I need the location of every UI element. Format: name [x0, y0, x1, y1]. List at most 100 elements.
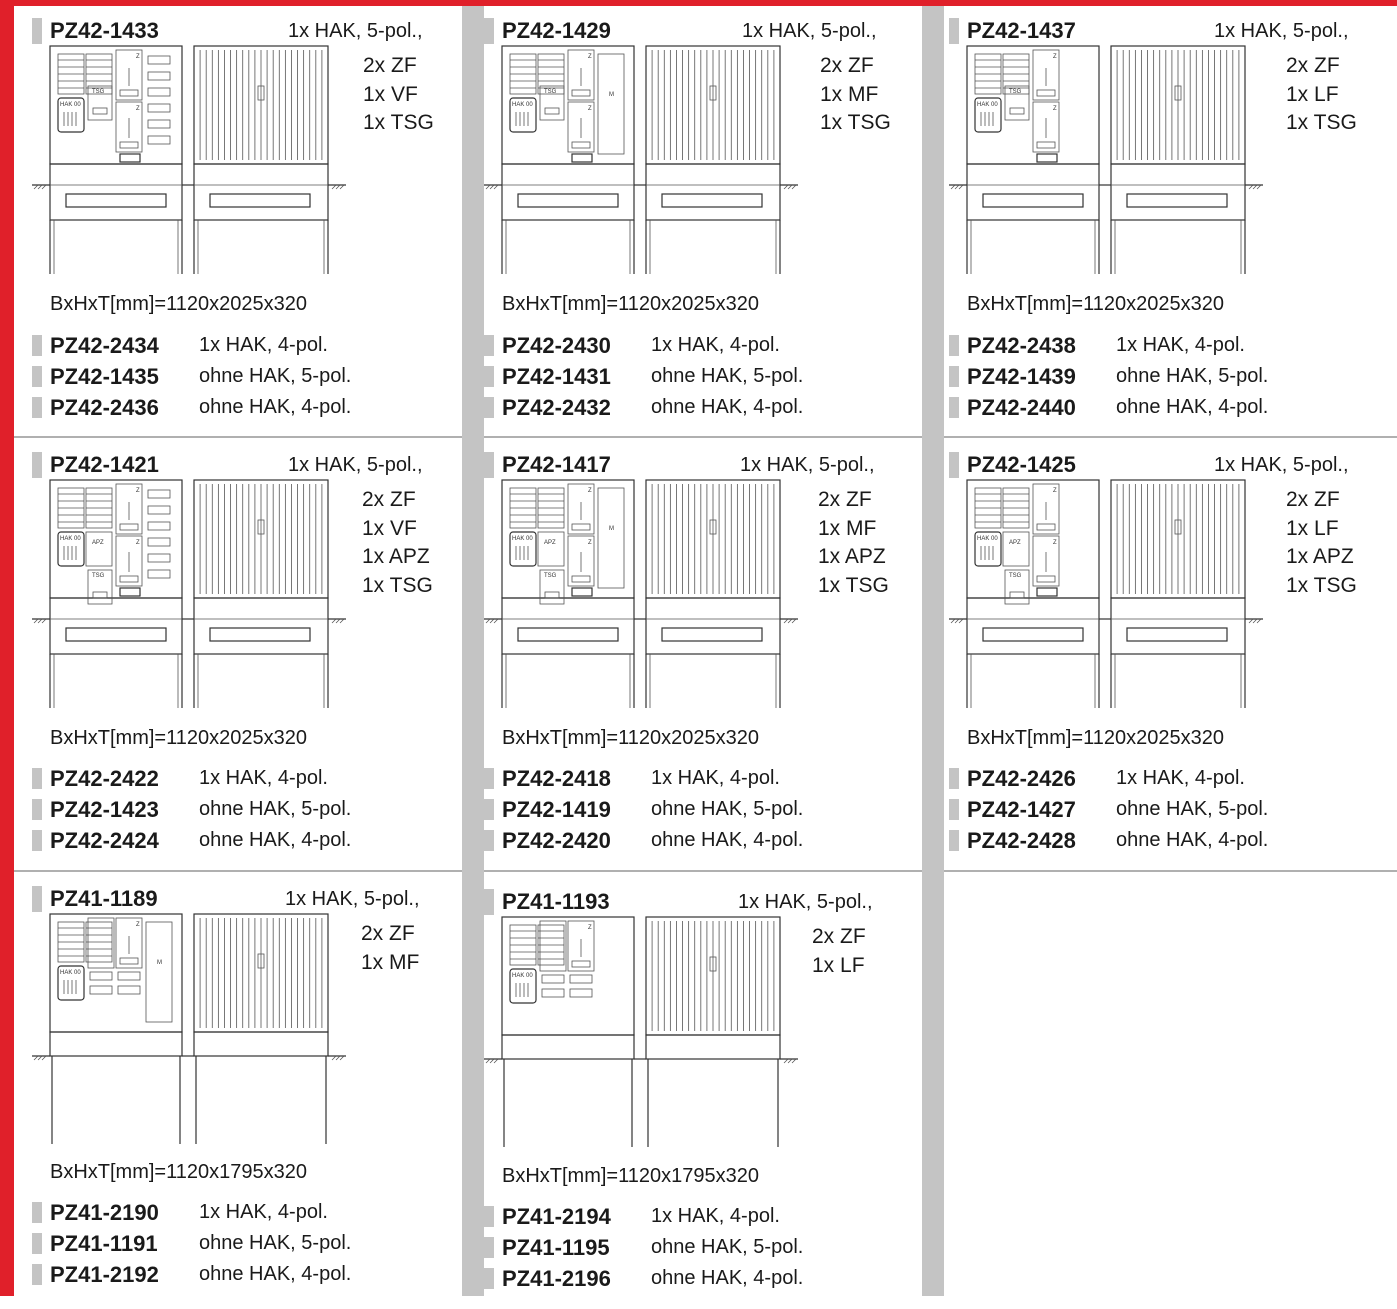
- variant-description: ohne HAK, 4-pol.: [1116, 829, 1269, 851]
- variant-marker: [484, 366, 494, 387]
- variant-description: ohne HAK, 5-pol.: [651, 798, 804, 820]
- cabinet-drawing: HAK 00 Z Z TSG M: [484, 45, 798, 274]
- variant-marker: [949, 799, 959, 820]
- variant-code: PZ41-2190: [50, 1200, 159, 1225]
- variant-code: PZ42-2428: [967, 828, 1076, 853]
- variant-code: PZ42-1423: [50, 797, 159, 822]
- variant-row: PZ41-2196 ohne HAK, 4-pol.: [484, 1263, 904, 1294]
- variant-code: PZ41-2196: [502, 1266, 611, 1291]
- variant-row: PZ42-2418 1x HAK, 4-pol.: [484, 763, 904, 794]
- variant-row: PZ42-2422 1x HAK, 4-pol.: [32, 763, 452, 794]
- variant-row: PZ42-2420 ohne HAK, 4-pol.: [484, 825, 904, 856]
- feature-item: 2x ZF: [361, 922, 415, 945]
- svg-text:Z: Z: [588, 106, 592, 112]
- cabinet-drawing: HAK 00 APZ Z Z TSG M: [484, 479, 798, 708]
- variant-code: PZ42-1427: [967, 797, 1076, 822]
- cabinet-drawing: HAK 00 Z Z TSG: [32, 45, 346, 274]
- feature-item: 2x ZF: [1286, 488, 1340, 511]
- variant-code: PZ42-2438: [967, 333, 1076, 358]
- feature-item: 1x TSG: [1286, 111, 1357, 134]
- product-title: PZ42-1417: [502, 452, 611, 477]
- product-title: PZ42-1429: [502, 18, 611, 43]
- hak-spec: 1x HAK, 5-pol.,: [285, 888, 420, 910]
- variant-marker: [32, 768, 42, 789]
- product-cell: PZ42-1429 1x HAK, 5-pol., 2x ZF 1x MF 1x TSG…: [484, 18, 914, 438]
- svg-text:Z: Z: [136, 922, 140, 928]
- variant-description: ohne HAK, 4-pol.: [651, 396, 804, 418]
- feature-item: 1x MF: [361, 950, 420, 974]
- variant-marker: [32, 335, 42, 356]
- variant-description: ohne HAK, 5-pol.: [1116, 798, 1269, 820]
- cabinet-drawing: HAK 00 Z M: [32, 913, 346, 1144]
- variant-code: PZ42-1439: [967, 364, 1076, 389]
- variant-description: ohne HAK, 4-pol.: [199, 829, 352, 851]
- variant-code: PZ42-2420: [502, 828, 611, 853]
- variant-description: 1x HAK, 4-pol.: [1116, 767, 1245, 789]
- variant-row: PZ42-1423 ohne HAK, 5-pol.: [32, 794, 452, 825]
- variant-marker: [484, 768, 494, 789]
- dimensions-text: BxHxT[mm]=1120x2025x320: [967, 293, 1224, 315]
- variant-code: PZ42-2426: [967, 766, 1076, 791]
- variant-code: PZ42-2418: [502, 766, 611, 791]
- variant-description: ohne HAK, 4-pol.: [199, 396, 352, 418]
- variant-code: PZ42-2432: [502, 395, 611, 420]
- variant-description: ohne HAK, 4-pol.: [199, 1263, 352, 1285]
- hak-spec: 1x HAK, 5-pol.,: [740, 454, 875, 476]
- dimensions-text: BxHxT[mm]=1120x2025x320: [50, 293, 307, 315]
- title-marker: [32, 452, 42, 478]
- variant-code: PZ41-1195: [502, 1235, 610, 1260]
- variant-description: ohne HAK, 5-pol.: [199, 798, 352, 820]
- product-title: PZ41-1189: [50, 886, 158, 911]
- variant-description: ohne HAK, 4-pol.: [651, 1267, 804, 1289]
- hak-spec: 1x HAK, 5-pol.,: [1214, 454, 1349, 476]
- variant-description: 1x HAK, 4-pol.: [651, 1205, 780, 1227]
- feature-item: 1x VF: [363, 82, 418, 106]
- variant-code: PZ41-1191: [50, 1231, 158, 1256]
- svg-text:Z: Z: [1053, 488, 1057, 494]
- title-marker: [484, 452, 494, 478]
- svg-text:HAK 00: HAK 00: [60, 102, 81, 108]
- feature-item: 1x TSG: [818, 573, 889, 597]
- svg-text:Z: Z: [588, 925, 592, 931]
- product-title: PZ42-1433: [50, 18, 159, 43]
- variant-description: ohne HAK, 4-pol.: [651, 829, 804, 851]
- variant-marker: [32, 397, 42, 418]
- svg-text:HAK 00: HAK 00: [977, 536, 998, 542]
- variant-marker: [484, 799, 494, 820]
- feature-item: 1x MF: [818, 516, 877, 540]
- svg-text:TSG: TSG: [1009, 573, 1022, 579]
- variant-row: PZ41-1191 ohne HAK, 5-pol.: [32, 1228, 452, 1259]
- variant-description: ohne HAK, 4-pol.: [1116, 396, 1269, 418]
- svg-text:M: M: [609, 92, 614, 98]
- svg-text:Z: Z: [136, 106, 140, 112]
- variant-row: PZ42-1427 ohne HAK, 5-pol.: [949, 794, 1369, 825]
- dimensions-text: BxHxT[mm]=1120x1795x320: [50, 1161, 307, 1183]
- variant-description: ohne HAK, 5-pol.: [651, 1236, 804, 1258]
- variant-marker: [949, 830, 959, 851]
- variant-marker: [484, 335, 494, 356]
- feature-item: 1x TSG: [820, 111, 891, 134]
- variant-code: PZ42-2422: [50, 766, 159, 791]
- title-marker: [32, 18, 42, 44]
- title-marker: [949, 452, 959, 478]
- svg-text:APZ: APZ: [92, 540, 104, 546]
- variant-description: 1x HAK, 4-pol.: [199, 334, 328, 356]
- feature-item: 1x LF: [1286, 516, 1339, 540]
- variant-marker: [32, 1233, 42, 1254]
- variant-marker: [484, 1268, 494, 1289]
- cabinet-drawing: HAK 00 Z: [484, 916, 798, 1147]
- product-title: PZ42-1425: [967, 452, 1076, 477]
- variant-description: ohne HAK, 5-pol.: [199, 1232, 352, 1254]
- variant-code: PZ42-1431: [502, 364, 611, 389]
- feature-item: 1x TSG: [1286, 573, 1357, 597]
- variant-row: PZ42-2430 1x HAK, 4-pol.: [484, 330, 904, 361]
- svg-text:APZ: APZ: [1009, 540, 1021, 546]
- variant-row: PZ41-2190 1x HAK, 4-pol.: [32, 1197, 452, 1228]
- hak-spec: 1x HAK, 5-pol.,: [1214, 20, 1349, 42]
- variant-description: 1x HAK, 4-pol.: [651, 334, 780, 356]
- feature-item: 2x ZF: [812, 925, 866, 948]
- svg-text:APZ: APZ: [544, 540, 556, 546]
- feature-item: 2x ZF: [362, 488, 416, 511]
- variant-row: PZ42-2432 ohne HAK, 4-pol.: [484, 392, 904, 423]
- feature-item: 2x ZF: [818, 488, 872, 511]
